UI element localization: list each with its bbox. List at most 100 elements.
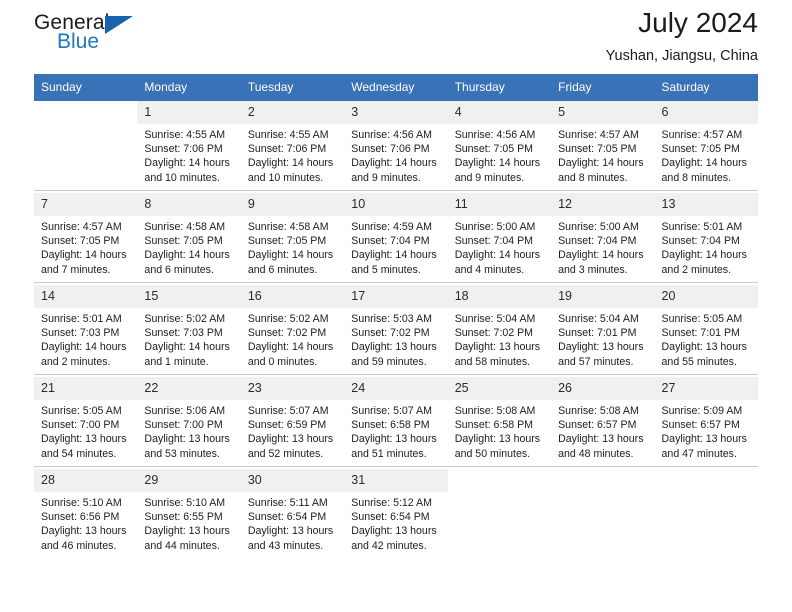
calendar-day-cell[interactable]: 19 Sunrise: 5:04 AM Sunset: 7:01 PM Dayligh… [551, 285, 655, 375]
day-cell[interactable]: 28 Sunrise: 5:10 AM Sunset: 6:56 PM Dayligh… [34, 469, 138, 558]
day-cell[interactable]: 8 Sunrise: 4:58 AM Sunset: 7:05 PM Daylight… [137, 193, 241, 282]
day-cell[interactable]: 30 Sunrise: 5:11 AM Sunset: 6:54 PM Dayligh… [240, 469, 345, 558]
day-cell[interactable]: 27 Sunrise: 5:09 AM Sunset: 6:57 PM Dayligh… [654, 377, 758, 466]
calendar-day-cell[interactable]: 25 Sunrise: 5:08 AM Sunset: 6:58 PM Dayligh… [447, 377, 552, 467]
day-details: Sunrise: 4:55 AM Sunset: 7:06 PM Daylight:… [241, 124, 344, 185]
day-cell[interactable]: 9 Sunrise: 4:58 AM Sunset: 7:05 PM Daylight… [240, 193, 345, 282]
day-number: 27 [654, 377, 758, 400]
calendar-day-cell[interactable]: 8 Sunrise: 4:58 AM Sunset: 7:05 PM Daylight… [137, 193, 241, 283]
calendar-day-cell[interactable]: 1 Sunrise: 4:55 AM Sunset: 7:06 PM Daylight… [137, 101, 241, 191]
daylight-text-line2: and 2 minutes. [41, 355, 111, 368]
day-cell[interactable]: 13 Sunrise: 5:01 AM Sunset: 7:04 PM Dayligh… [654, 193, 758, 282]
day-cell[interactable]: 5 Sunrise: 4:57 AM Sunset: 7:05 PM Daylight… [551, 101, 655, 190]
calendar-day-cell[interactable]: 3 Sunrise: 4:56 AM Sunset: 7:06 PM Daylight… [344, 101, 448, 191]
day-cell-empty [551, 469, 655, 558]
sunrise-text: Sunrise: 4:56 AM [454, 129, 536, 141]
calendar-day-cell[interactable]: 14 Sunrise: 5:01 AM Sunset: 7:03 PM Dayligh… [34, 285, 138, 375]
sunrise-text: Sunrise: 4:57 AM [558, 129, 639, 141]
daylight-text-line2: and 0 minutes. [247, 355, 318, 368]
day-cell[interactable]: 25 Sunrise: 5:08 AM Sunset: 6:58 PM Dayligh… [447, 377, 552, 466]
calendar-day-cell[interactable]: 9 Sunrise: 4:58 AM Sunset: 7:05 PM Daylight… [240, 193, 345, 283]
daylight-text-line2: and 50 minutes. [454, 447, 531, 460]
calendar-day-cell[interactable]: 24 Sunrise: 5:07 AM Sunset: 6:58 PM Dayligh… [344, 377, 448, 467]
day-cell[interactable]: 29 Sunrise: 5:10 AM Sunset: 6:55 PM Dayligh… [137, 469, 241, 558]
sunset-text: Sunset: 7:01 PM [661, 327, 740, 340]
day-cell[interactable]: 23 Sunrise: 5:07 AM Sunset: 6:59 PM Dayligh… [240, 377, 345, 466]
daylight-text-line1: Daylight: 13 hours [247, 525, 334, 538]
day-cell[interactable]: 4 Sunrise: 4:56 AM Sunset: 7:05 PM Daylight… [447, 101, 552, 190]
day-cell[interactable]: 16 Sunrise: 5:02 AM Sunset: 7:02 PM Dayligh… [240, 285, 345, 374]
day-number: 25 [447, 377, 552, 400]
day-number: 30 [240, 469, 345, 492]
sunset-text: Sunset: 7:00 PM [41, 419, 120, 432]
calendar-day-cell[interactable]: 11 Sunrise: 5:00 AM Sunset: 7:04 PM Dayligh… [447, 193, 552, 283]
sunrise-text: Sunrise: 5:12 AM [351, 497, 432, 509]
day-number: 24 [344, 377, 448, 400]
calendar-page: General Blue July 2024 Yushan, Jiangsu, … [0, 0, 792, 612]
day-cell[interactable]: 20 Sunrise: 5:05 AM Sunset: 7:01 PM Dayligh… [654, 285, 758, 374]
day-cell[interactable]: 6 Sunrise: 4:57 AM Sunset: 7:05 PM Daylight… [654, 101, 758, 190]
calendar-day-cell[interactable]: 29 Sunrise: 5:10 AM Sunset: 6:55 PM Dayligh… [137, 469, 241, 558]
calendar-day-cell[interactable]: 27 Sunrise: 5:09 AM Sunset: 6:57 PM Dayligh… [654, 377, 758, 467]
calendar-day-cell[interactable]: 13 Sunrise: 5:01 AM Sunset: 7:04 PM Dayligh… [654, 193, 758, 283]
day-cell[interactable]: 26 Sunrise: 5:08 AM Sunset: 6:57 PM Dayligh… [551, 377, 655, 466]
day-cell[interactable]: 7 Sunrise: 4:57 AM Sunset: 7:05 PM Daylight… [34, 193, 138, 282]
calendar-day-cell[interactable]: 26 Sunrise: 5:08 AM Sunset: 6:57 PM Dayligh… [551, 377, 655, 467]
calendar-day-cell[interactable]: 16 Sunrise: 5:02 AM Sunset: 7:02 PM Dayligh… [240, 285, 345, 375]
calendar-day-cell[interactable]: 31 Sunrise: 5:12 AM Sunset: 6:54 PM Dayligh… [344, 469, 448, 558]
day-cell[interactable]: 15 Sunrise: 5:02 AM Sunset: 7:03 PM Dayligh… [137, 285, 241, 374]
calendar-day-cell[interactable]: 22 Sunrise: 5:06 AM Sunset: 7:00 PM Dayligh… [137, 377, 241, 467]
sunset-text: Sunset: 7:04 PM [454, 235, 534, 248]
general-blue-logo[interactable]: General Blue [34, 12, 154, 58]
day-cell[interactable]: 17 Sunrise: 5:03 AM Sunset: 7:02 PM Dayligh… [344, 285, 448, 374]
calendar-day-cell[interactable]: 30 Sunrise: 5:11 AM Sunset: 6:54 PM Dayligh… [240, 469, 345, 558]
calendar-day-cell [654, 469, 758, 558]
calendar-day-cell[interactable]: 21 Sunrise: 5:05 AM Sunset: 7:00 PM Dayligh… [34, 377, 138, 467]
calendar-day-cell[interactable]: 15 Sunrise: 5:02 AM Sunset: 7:03 PM Dayligh… [137, 285, 241, 375]
day-cell[interactable]: 10 Sunrise: 4:59 AM Sunset: 7:04 PM Dayligh… [344, 193, 448, 282]
calendar-day-cell[interactable]: 12 Sunrise: 5:00 AM Sunset: 7:04 PM Dayligh… [551, 193, 655, 283]
calendar-day-cell[interactable]: 7 Sunrise: 4:57 AM Sunset: 7:05 PM Daylight… [34, 193, 138, 283]
day-cell[interactable]: 11 Sunrise: 5:00 AM Sunset: 7:04 PM Dayligh… [447, 193, 552, 282]
day-cell[interactable]: 2 Sunrise: 4:55 AM Sunset: 7:06 PM Daylight… [240, 101, 345, 190]
day-cell[interactable]: 22 Sunrise: 5:06 AM Sunset: 7:00 PM Dayligh… [137, 377, 241, 466]
calendar-day-cell[interactable]: 4 Sunrise: 4:56 AM Sunset: 7:05 PM Daylight… [447, 101, 552, 191]
calendar-day-cell[interactable]: 6 Sunrise: 4:57 AM Sunset: 7:05 PM Daylight… [654, 101, 758, 191]
daylight-text-line2: and 4 minutes. [454, 263, 525, 276]
daylight-text-line2: and 6 minutes. [144, 263, 214, 276]
day-cell[interactable]: 14 Sunrise: 5:01 AM Sunset: 7:03 PM Dayligh… [34, 285, 138, 374]
calendar-day-cell[interactable]: 18 Sunrise: 5:04 AM Sunset: 7:02 PM Dayligh… [447, 285, 552, 375]
day-cell[interactable]: 21 Sunrise: 5:05 AM Sunset: 7:00 PM Dayligh… [34, 377, 138, 466]
calendar-day-cell[interactable]: 20 Sunrise: 5:05 AM Sunset: 7:01 PM Dayligh… [654, 285, 758, 375]
day-details: Sunrise: 4:58 AM Sunset: 7:05 PM Daylight:… [241, 216, 344, 277]
sunset-text: Sunset: 6:56 PM [41, 511, 120, 524]
day-details: Sunrise: 5:04 AM Sunset: 7:02 PM Daylight:… [448, 308, 551, 369]
day-cell[interactable]: 24 Sunrise: 5:07 AM Sunset: 6:58 PM Dayligh… [344, 377, 448, 466]
daylight-text-line1: Daylight: 13 hours [351, 525, 437, 538]
calendar-day-cell[interactable]: 2 Sunrise: 4:55 AM Sunset: 7:06 PM Daylight… [240, 101, 345, 191]
day-cell[interactable]: 19 Sunrise: 5:04 AM Sunset: 7:01 PM Dayligh… [551, 285, 655, 374]
daylight-text-line1: Daylight: 14 hours [454, 157, 541, 170]
calendar-day-cell[interactable]: 17 Sunrise: 5:03 AM Sunset: 7:02 PM Dayligh… [344, 285, 448, 375]
day-cell[interactable]: 18 Sunrise: 5:04 AM Sunset: 7:02 PM Dayligh… [447, 285, 552, 374]
sunrise-text: Sunrise: 5:02 AM [144, 313, 226, 325]
calendar-day-cell[interactable]: 28 Sunrise: 5:10 AM Sunset: 6:56 PM Dayligh… [34, 469, 138, 558]
sunrise-text: Sunrise: 4:55 AM [144, 129, 226, 141]
day-cell-empty [34, 101, 138, 190]
day-number: 5 [551, 101, 655, 124]
calendar-day-cell[interactable]: 23 Sunrise: 5:07 AM Sunset: 6:59 PM Dayligh… [240, 377, 345, 467]
day-cell[interactable]: 3 Sunrise: 4:56 AM Sunset: 7:06 PM Daylight… [344, 101, 448, 190]
day-cell[interactable]: 1 Sunrise: 4:55 AM Sunset: 7:06 PM Daylight… [137, 101, 241, 190]
day-details: Sunrise: 5:12 AM Sunset: 6:54 PM Daylight:… [344, 492, 447, 553]
daylight-text-line1: Daylight: 13 hours [247, 433, 334, 446]
calendar-week-row: 28 Sunrise: 5:10 AM Sunset: 6:56 PM Dayligh… [34, 469, 758, 558]
day-cell[interactable]: 31 Sunrise: 5:12 AM Sunset: 6:54 PM Dayligh… [344, 469, 448, 558]
day-cell[interactable]: 12 Sunrise: 5:00 AM Sunset: 7:04 PM Dayligh… [551, 193, 655, 282]
calendar-week-row: 14 Sunrise: 5:01 AM Sunset: 7:03 PM Dayligh… [34, 285, 758, 375]
day-number: 14 [34, 285, 138, 308]
calendar-day-cell[interactable]: 10 Sunrise: 4:59 AM Sunset: 7:04 PM Dayligh… [344, 193, 448, 283]
calendar-day-cell[interactable]: 5 Sunrise: 4:57 AM Sunset: 7:05 PM Daylight… [551, 101, 655, 191]
day-number: 9 [240, 193, 345, 216]
calendar-grid: Sunday Monday Tuesday Wednesday Thursday… [34, 74, 758, 558]
day-details: Sunrise: 5:03 AM Sunset: 7:02 PM Daylight:… [344, 308, 447, 369]
